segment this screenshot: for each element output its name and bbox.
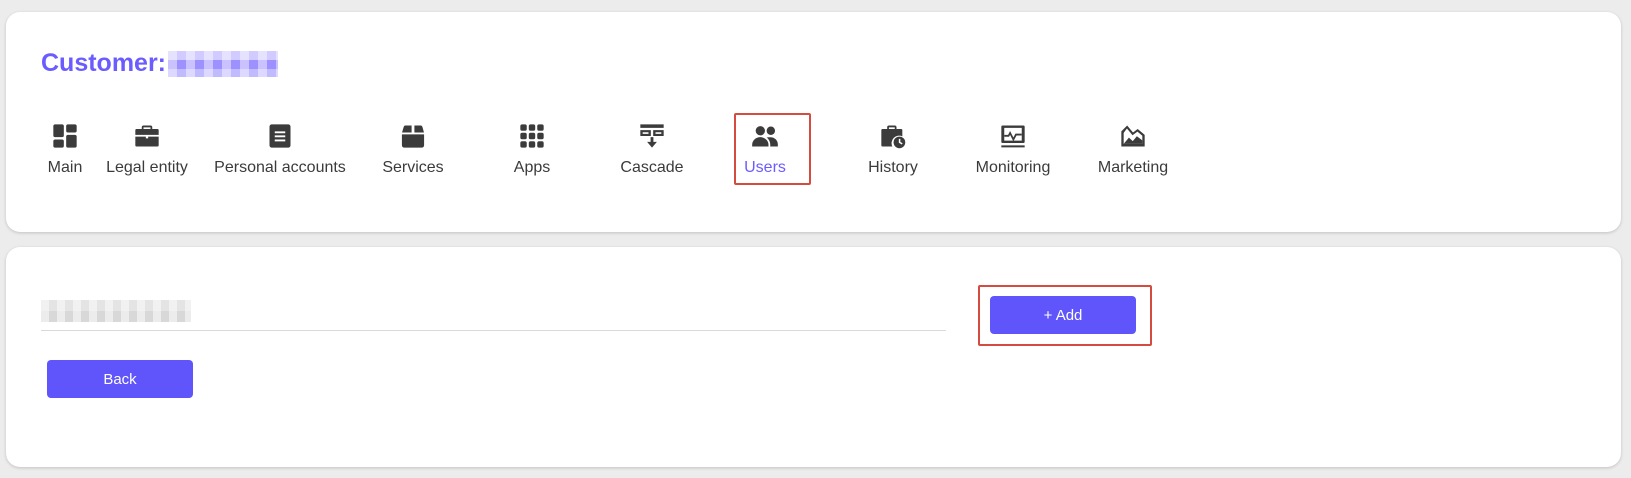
tab-main[interactable]: Main (45, 113, 85, 185)
tab-main-label: Main (47, 159, 83, 176)
tab-legal-entity[interactable]: Legal entity (104, 113, 190, 185)
tab-apps-label: Apps (513, 159, 551, 176)
box-icon (398, 121, 428, 151)
dashboard-icon (50, 121, 80, 151)
page-title: Customer: (41, 49, 279, 78)
grid-icon (517, 121, 547, 151)
briefcase-icon (132, 121, 162, 151)
user-field[interactable] (41, 292, 946, 331)
cascade-icon (637, 121, 667, 151)
tab-monitoring[interactable]: Monitoring (972, 113, 1054, 185)
tab-cascade[interactable]: Cascade (618, 113, 686, 185)
tab-marketing[interactable]: Marketing (1093, 113, 1173, 185)
tab-history-label: History (868, 159, 918, 176)
customer-name-redacted (168, 50, 279, 77)
tab-legal-entity-label: Legal entity (106, 159, 188, 176)
tab-services-label: Services (382, 159, 444, 176)
tab-personal-accounts-label: Personal accounts (214, 159, 346, 176)
tab-cascade-label: Cascade (620, 159, 684, 176)
users-content-card (6, 247, 1621, 467)
tab-apps[interactable]: Apps (512, 113, 552, 185)
tab-marketing-label: Marketing (1097, 159, 1169, 176)
page-title-prefix: Customer: (41, 49, 167, 77)
tab-services[interactable]: Services (382, 113, 444, 185)
tab-history[interactable]: History (866, 113, 920, 185)
document-icon (265, 121, 295, 151)
briefcase-clock-icon (878, 121, 908, 151)
chart-area-icon (1118, 121, 1148, 151)
add-button[interactable]: + Add (990, 296, 1136, 334)
user-field-value-redacted (41, 300, 191, 322)
monitor-pulse-icon (998, 121, 1028, 151)
tab-personal-accounts[interactable]: Personal accounts (211, 113, 349, 185)
back-button[interactable]: Back (47, 360, 193, 398)
users-tab-highlight (734, 113, 811, 185)
tab-monitoring-label: Monitoring (975, 159, 1051, 176)
